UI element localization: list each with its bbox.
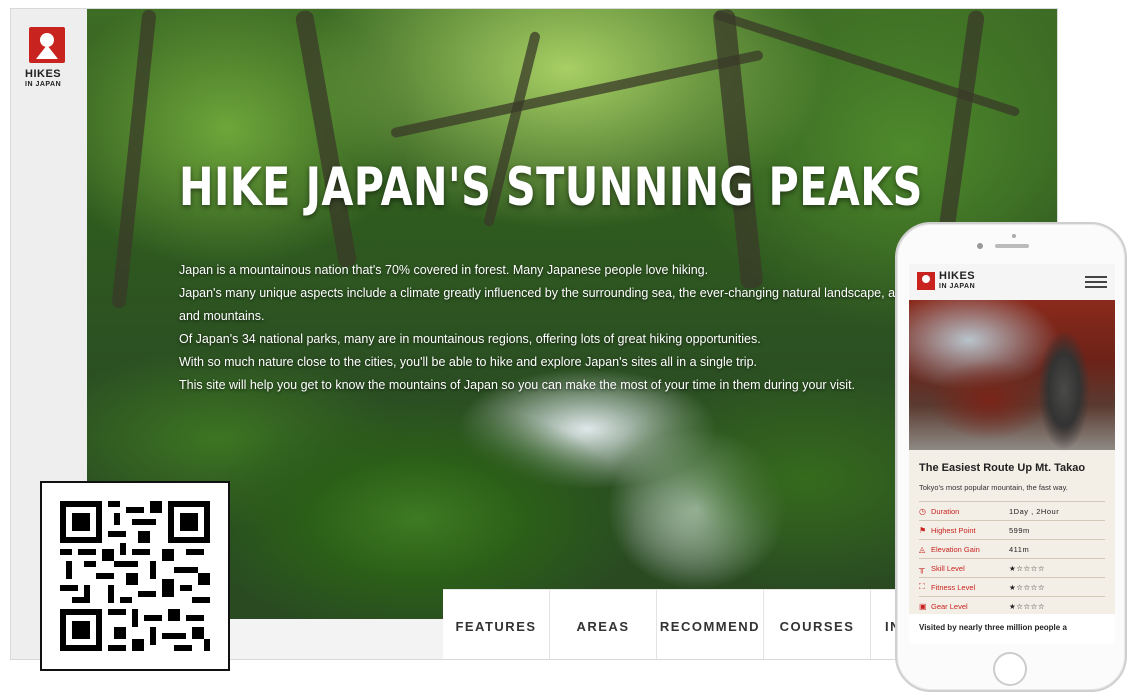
stat-row: ◬ Elevation Gain 411m [919, 540, 1105, 559]
stat-value: ★☆☆☆☆ [1009, 563, 1046, 573]
hero-line: With so much nature close to the cities,… [179, 355, 757, 369]
stat-value: 1Day , 2Hour [1009, 506, 1060, 516]
hero-line: This site will help you get to know the … [179, 378, 856, 392]
phone-camera-icon [977, 243, 983, 249]
phone-logo[interactable]: HIKES IN JAPAN [939, 271, 975, 291]
home-button[interactable] [993, 652, 1027, 686]
stat-row: ╥ Skill Level ★☆☆☆☆ [919, 559, 1105, 578]
course-title[interactable]: The Easiest Route Up Mt. Takao [919, 462, 1105, 474]
stat-row: ⚑ Highest Point 599m [919, 521, 1105, 540]
phone-header: HIKES IN JAPAN [909, 264, 1115, 300]
stat-value: 599m [1009, 525, 1030, 535]
stat-label: Fitness Level [931, 582, 976, 592]
stat-row: ◷ Duration 1Day , 2Hour [919, 502, 1105, 521]
stat-value: ★☆☆☆☆ [1009, 582, 1046, 592]
backpack-icon: ▣ [919, 601, 927, 611]
stat-row: ⛶ Fitness Level ★☆☆☆☆ [919, 578, 1105, 597]
clock-icon: ◷ [919, 506, 926, 516]
nav-features[interactable]: FEATURES [443, 590, 550, 659]
phone-logo-line2: IN JAPAN [939, 283, 976, 290]
phone-logo-line1: HIKES [939, 270, 976, 282]
hero-line: and mountains. [179, 309, 265, 323]
hamburger-menu-icon[interactable] [1085, 276, 1107, 288]
elevation-icon: ◬ [919, 544, 926, 554]
hero-text: Japan is a mountainous nation that's 70%… [179, 259, 923, 397]
logo-line1: HIKES [25, 68, 62, 80]
stat-label: Skill Level [931, 563, 965, 573]
course-subtitle: Tokyo's most popular mountain, the fast … [919, 483, 1068, 492]
temple-statue-photo [909, 300, 1115, 450]
hero-line: Japan's many unique aspects include a cl… [179, 286, 923, 300]
phone-screen: HIKES IN JAPAN The Easiest Route Up Mt. … [909, 264, 1115, 644]
logo-line2: IN JAPAN [25, 81, 62, 88]
phone-mockup: HIKES IN JAPAN The Easiest Route Up Mt. … [895, 222, 1127, 692]
nav-courses[interactable]: COURSES [764, 590, 871, 659]
poles-icon: ╥ [919, 563, 925, 573]
course-card: The Easiest Route Up Mt. Takao Tokyo's m… [909, 450, 1115, 616]
phone-logo-icon[interactable] [917, 272, 935, 290]
stat-value: 411m [1009, 544, 1030, 554]
hero-line: Japan is a mountainous nation that's 70%… [179, 263, 709, 277]
course-stats: ◷ Duration 1Day , 2Hour ⚑ Highest Point 599m… [919, 501, 1105, 616]
logo-icon[interactable] [29, 27, 65, 63]
flag-icon: ⚑ [919, 525, 927, 535]
fitness-icon: ⛶ [919, 582, 925, 591]
phone-sensor-icon [1012, 234, 1016, 238]
stat-label: Duration [931, 506, 960, 516]
stat-value: ★☆☆☆☆ [1009, 601, 1046, 611]
stat-label: Elevation Gain [931, 544, 980, 554]
qr-code [40, 481, 230, 671]
stat-label: Gear Level [931, 601, 968, 611]
phone-footer-text: Visited by nearly three million people a [909, 614, 1115, 644]
stat-label: Highest Point [931, 525, 976, 535]
hero-line: Of Japan's 34 national parks, many are i… [179, 332, 761, 346]
site-logo[interactable]: HIKES IN JAPAN [25, 69, 75, 89]
hero-title: HIKE JAPAN'S STUNNING PEAKS [179, 157, 923, 218]
nav-areas[interactable]: AREAS [550, 590, 657, 659]
phone-speaker [995, 244, 1029, 248]
nav-recommend[interactable]: RECOMMEND [657, 590, 764, 659]
qr-code-image [60, 501, 210, 651]
